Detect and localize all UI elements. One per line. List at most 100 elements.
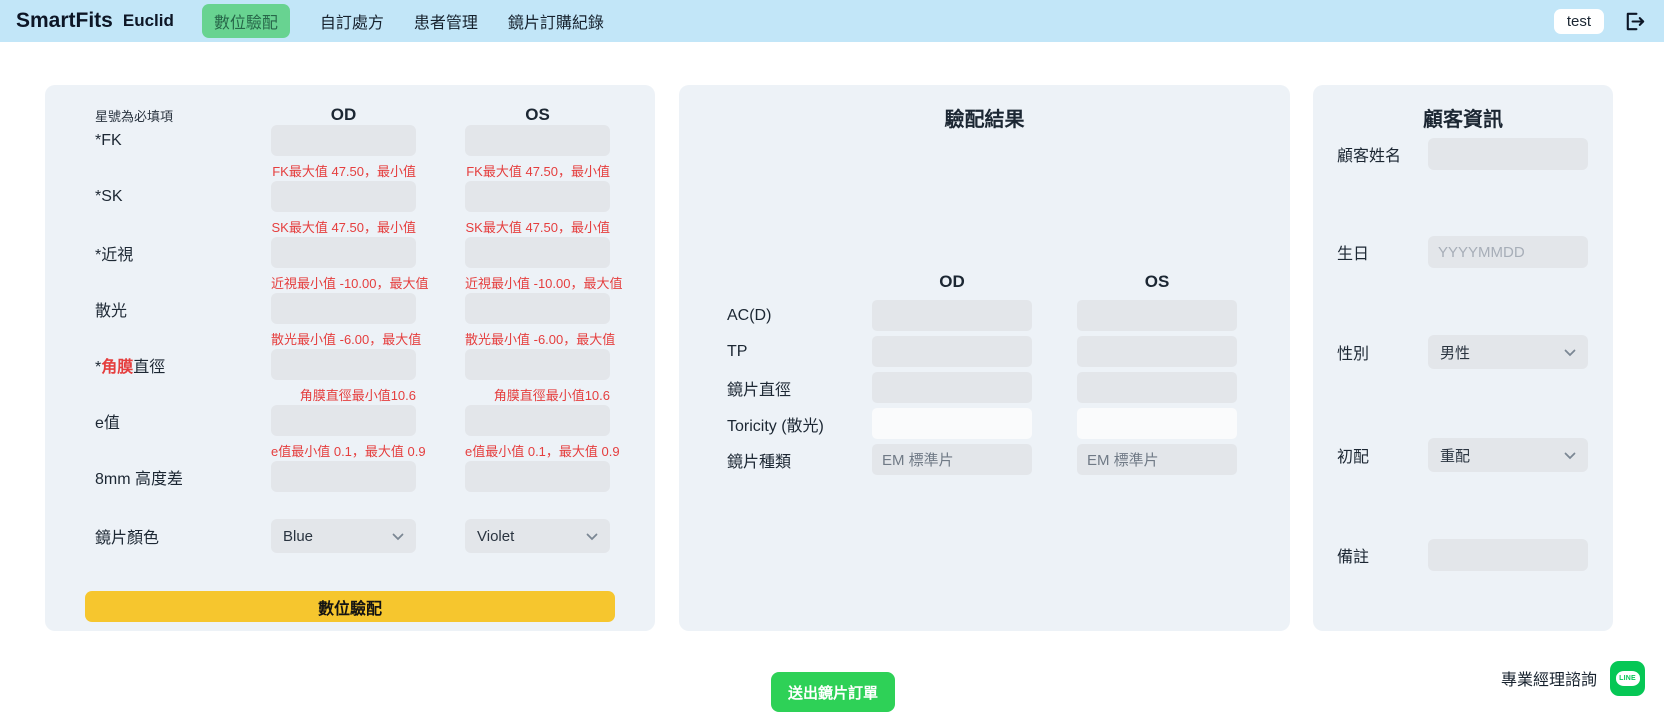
column-header-od: OD xyxy=(330,105,357,124)
toricity-os-field xyxy=(1077,408,1237,439)
customer-name-row: 顧客姓名 xyxy=(1337,138,1588,170)
corneal-diameter-label: *角膜直徑 xyxy=(95,358,166,376)
logout-button[interactable] xyxy=(1621,8,1648,35)
astigmatism-label: 散光 xyxy=(95,302,128,320)
myopia-od-input[interactable] xyxy=(271,237,416,268)
result-column-os: OS xyxy=(1144,272,1170,291)
sk-row: *SK SK最大值 47.50，最小值 SK最大值 47.50，最小值 xyxy=(45,181,655,237)
notes-input[interactable] xyxy=(1428,539,1588,571)
product-name: Euclid xyxy=(122,11,174,30)
sag-8mm-od-input[interactable] xyxy=(271,461,416,492)
tab-digital-fitting[interactable]: 數位驗配 xyxy=(201,4,290,38)
e-value-os-input[interactable] xyxy=(465,405,610,436)
user-badge[interactable]: test xyxy=(1553,8,1604,34)
lens-color-row: 鏡片顏色 Blue Violet xyxy=(45,519,655,553)
astigmatism-od-input[interactable] xyxy=(271,293,416,324)
sk-os-input[interactable] xyxy=(465,181,610,212)
fit-type-label: 初配 xyxy=(1337,449,1370,466)
fit-type-select[interactable]: 重配 xyxy=(1428,438,1588,472)
nav-tabs: 數位驗配 自訂處方 患者管理 鏡片訂購紀錄 xyxy=(201,4,604,38)
chevron-down-icon xyxy=(586,528,598,545)
lens-color-od-select[interactable]: Blue xyxy=(271,519,416,553)
line-icon[interactable]: LINE xyxy=(1610,661,1645,696)
result-row-toricity: Toricity (散光) xyxy=(727,408,1237,439)
brand-logo: SmartFits xyxy=(16,9,113,32)
e-value-od-input[interactable] xyxy=(271,405,416,436)
e-value-os-hint: e值最小值 0.1，最大值 0.9 xyxy=(465,444,620,459)
column-header-os: OS xyxy=(525,105,550,124)
lens-diameter-od-field xyxy=(872,372,1032,403)
birthday-input[interactable] xyxy=(1428,236,1588,268)
acd-od-field xyxy=(872,300,1032,331)
tp-od-field xyxy=(872,336,1032,367)
result-row-lens-diameter: 鏡片直徑 xyxy=(727,372,1237,403)
myopia-label: *近視 xyxy=(95,246,134,264)
tab-lens-order-history[interactable]: 鏡片訂購紀錄 xyxy=(508,4,604,38)
notes-row: 備註 xyxy=(1337,539,1588,571)
birthday-row: 生日 xyxy=(1337,236,1588,268)
lens-color-os-select[interactable]: Violet xyxy=(465,519,610,553)
notes-label: 備註 xyxy=(1337,549,1370,566)
fk-row: *FK FK最大值 47.50，最小值 FK最大值 47.50，最小值 xyxy=(45,125,655,181)
astigmatism-od-hint: 散光最小值 -6.00，最大值 xyxy=(271,332,422,347)
lens-diameter-os-field xyxy=(1077,372,1237,403)
corneal-diameter-od-hint: 角膜直徑最小值10.6 xyxy=(299,388,416,403)
e-value-row: e值 e值最小值 0.1，最大值 0.9 e值最小值 0.1，最大值 0.9 xyxy=(45,405,655,461)
chevron-down-icon xyxy=(1564,447,1576,464)
sag-8mm-label: 8mm 高度差 xyxy=(95,470,184,488)
astigmatism-os-input[interactable] xyxy=(465,293,610,324)
required-note: 星號為必填項 xyxy=(95,108,174,124)
submit-lens-order-button[interactable]: 送出鏡片訂單 xyxy=(771,672,895,712)
navbar-right: test xyxy=(1553,8,1648,35)
sag-8mm-os-input[interactable] xyxy=(465,461,610,492)
fk-od-hint: FK最大值 47.50，最小值 xyxy=(272,164,416,179)
acd-os-field xyxy=(1077,300,1237,331)
corneal-diameter-os-input[interactable] xyxy=(465,349,610,380)
birthday-label: 生日 xyxy=(1337,246,1370,263)
fk-label: *FK xyxy=(95,131,122,149)
customer-info-panel: 顧客資訊 顧客姓名 生日 性別 男性 初配 重配 備註 xyxy=(1313,85,1613,631)
customer-name-label: 顧客姓名 xyxy=(1337,148,1402,165)
tab-patient-management[interactable]: 患者管理 xyxy=(414,4,478,38)
sag-8mm-row: 8mm 高度差 xyxy=(45,461,655,517)
result-row-acd: AC(D) xyxy=(727,300,1237,331)
fitting-result-panel: 驗配結果 OD OS AC(D) TP 鏡片直徑 Toricity (散光) 鏡… xyxy=(679,85,1290,631)
consult-manager-label: 專業經理諮詢 xyxy=(1501,672,1598,689)
myopia-os-input[interactable] xyxy=(465,237,610,268)
customer-panel-title: 顧客資訊 xyxy=(1423,109,1503,131)
lens-type-od-field: EM 標準片 xyxy=(872,444,1032,475)
digital-fitting-button[interactable]: 數位驗配 xyxy=(85,591,615,622)
lens-color-label: 鏡片顏色 xyxy=(95,530,160,547)
result-panel-title: 驗配結果 xyxy=(944,109,1025,131)
myopia-od-hint: 近視最小值 -10.00，最大值 xyxy=(271,276,429,291)
toricity-od-field xyxy=(872,408,1032,439)
fitting-form-panel: 星號為必填項 OD OS *FK FK最大值 47.50，最小值 FK最大值 4… xyxy=(45,85,655,631)
sk-od-hint: SK最大值 47.50，最小值 xyxy=(271,220,417,235)
chevron-down-icon xyxy=(392,528,404,545)
e-value-label: e值 xyxy=(95,414,120,432)
top-navbar: SmartFits Euclid 數位驗配 自訂處方 患者管理 鏡片訂購紀錄 t… xyxy=(0,0,1664,42)
gender-row: 性別 男性 xyxy=(1337,335,1588,369)
sk-os-hint: SK最大值 47.50，最小值 xyxy=(465,220,611,235)
logout-icon xyxy=(1623,10,1646,33)
result-row-tp: TP xyxy=(727,336,1237,367)
fk-os-input[interactable] xyxy=(465,125,610,156)
gender-select[interactable]: 男性 xyxy=(1428,335,1588,369)
chevron-down-icon xyxy=(1564,344,1576,361)
lens-type-os-field: EM 標準片 xyxy=(1077,444,1237,475)
corneal-diameter-row: *角膜直徑 角膜直徑最小值10.6 角膜直徑最小值10.6 xyxy=(45,349,655,405)
tab-custom-prescription[interactable]: 自訂處方 xyxy=(320,4,384,38)
result-column-od: OD xyxy=(939,272,965,291)
sk-od-input[interactable] xyxy=(271,181,416,212)
result-row-lens-type: 鏡片種類 EM 標準片 EM 標準片 xyxy=(727,444,1237,475)
fitting-form-header: 星號為必填項 OD OS xyxy=(45,105,655,125)
fk-os-hint: FK最大值 47.50，最小值 xyxy=(466,164,610,179)
line-bubble-label: LINE xyxy=(1615,671,1640,686)
result-grid: OD OS AC(D) TP 鏡片直徑 Toricity (散光) 鏡片種類 E… xyxy=(727,270,1237,480)
myopia-row: *近視 近視最小值 -10.00，最大值 近視最小值 -10.00，最大值 xyxy=(45,237,655,293)
customer-name-input[interactable] xyxy=(1428,138,1588,170)
astigmatism-row: 散光 散光最小值 -6.00，最大值 散光最小值 -6.00，最大值 xyxy=(45,293,655,349)
fk-od-input[interactable] xyxy=(271,125,416,156)
corneal-diameter-od-input[interactable] xyxy=(271,349,416,380)
fit-type-row: 初配 重配 xyxy=(1337,438,1588,472)
